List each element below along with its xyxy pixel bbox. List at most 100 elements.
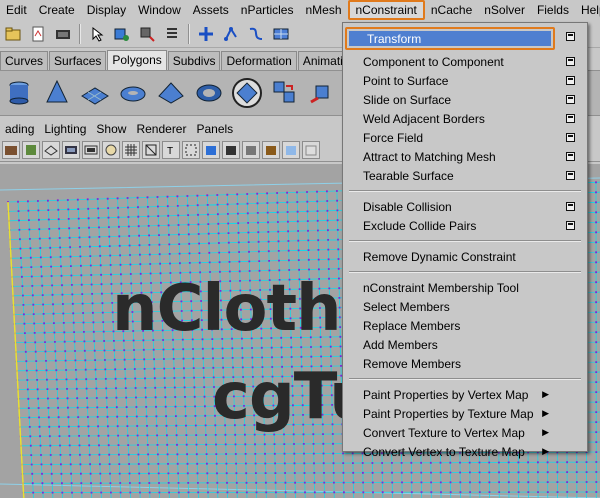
menu-fields[interactable]: Fields <box>531 0 575 20</box>
menu-edit[interactable]: Edit <box>0 0 33 20</box>
tab-surfaces[interactable]: Surfaces <box>49 51 107 70</box>
menu-item-select-members[interactable]: Select Members <box>343 297 587 316</box>
camera-icon[interactable] <box>2 140 20 159</box>
menu-item-nconstraint-membership-tool[interactable]: nConstraint Membership Tool <box>343 278 587 297</box>
menu-item-point-to-surface[interactable]: Point to Surface <box>343 71 587 90</box>
submenu-arrow-icon: ▶ <box>542 389 549 399</box>
shadows-icon[interactable] <box>262 140 280 159</box>
folder-icon[interactable] <box>2 23 24 45</box>
menu-nparticles[interactable]: nParticles <box>235 0 300 20</box>
panel-menu-shading[interactable]: ading <box>0 122 39 136</box>
menu-item-transform[interactable]: Transform <box>345 27 555 50</box>
menu-window[interactable]: Window <box>132 0 187 20</box>
panel-menu-show[interactable]: Show <box>91 122 131 136</box>
grid-icon[interactable] <box>122 140 140 159</box>
open-file-icon[interactable] <box>27 23 49 45</box>
poly-helix-icon[interactable] <box>230 76 264 110</box>
menu-display[interactable]: Display <box>81 0 132 20</box>
menu-nsolver[interactable]: nSolver <box>478 0 531 20</box>
curve-icon[interactable] <box>245 23 267 45</box>
menu-item-remove-dynamic-constraint[interactable]: Remove Dynamic Constraint <box>343 247 587 266</box>
menu-nconstraint[interactable]: nConstraint <box>347 0 425 20</box>
menu-item-component-to-component[interactable]: Component to Component <box>343 52 587 71</box>
vertex-icon[interactable] <box>220 23 242 45</box>
flat-shade-icon[interactable] <box>222 140 240 159</box>
wireframe-icon[interactable] <box>142 140 160 159</box>
menu-nmesh[interactable]: nMesh <box>299 0 347 20</box>
menu-item-remove-members[interactable]: Remove Members <box>343 354 587 373</box>
menu-item-weld-adjacent-borders[interactable]: Weld Adjacent Borders <box>343 109 587 128</box>
tab-subdivs[interactable]: Subdivs <box>167 51 221 70</box>
menu-item-paint-properties-by-texture-map[interactable]: Paint Properties by Texture Map <box>343 404 587 423</box>
option-box-icon[interactable] <box>566 221 575 230</box>
menu-item-label: Disable Collision <box>363 199 452 214</box>
submenu-arrow-icon: ▶ <box>542 446 549 456</box>
menu-item-disable-collision[interactable]: Disable Collision <box>343 197 587 216</box>
lights-icon[interactable] <box>242 140 260 159</box>
image-plane-icon[interactable] <box>42 140 60 159</box>
option-box-icon[interactable] <box>566 32 575 41</box>
poly-cone-icon[interactable] <box>40 76 74 110</box>
menu-assets[interactable]: Assets <box>187 0 235 20</box>
combine-icon[interactable] <box>268 76 302 110</box>
nconstraint-dropdown-menu: Transform Component to Component Point to … <box>342 22 588 459</box>
option-box-icon[interactable] <box>566 114 575 123</box>
script-icon[interactable] <box>52 23 74 45</box>
menu-item-label: Remove Members <box>363 356 462 371</box>
option-box-icon[interactable] <box>566 133 575 142</box>
poly-plane-icon[interactable] <box>78 76 112 110</box>
menu-create[interactable]: Create <box>33 0 81 20</box>
menu-item-label: Slide on Surface <box>363 92 452 107</box>
panel-menu-lighting[interactable]: Lighting <box>39 122 91 136</box>
option-box-icon[interactable] <box>566 95 575 104</box>
select-icon[interactable] <box>111 23 133 45</box>
lasso-icon[interactable] <box>136 23 158 45</box>
separate-icon[interactable] <box>306 76 340 110</box>
resolution-gate-icon[interactable] <box>82 140 100 159</box>
menu-item-label: Convert Texture to Vertex Map <box>363 425 525 440</box>
panel-menu-renderer[interactable]: Renderer <box>131 122 191 136</box>
main-menu-bar: Edit Create Display Window Assets nParti… <box>0 0 600 20</box>
film-gate-icon[interactable] <box>62 140 80 159</box>
menu-ncache[interactable]: nCache <box>425 0 478 20</box>
menu-help[interactable]: Help <box>575 0 600 20</box>
bookmark-icon[interactable] <box>22 140 40 159</box>
tab-polygons[interactable]: Polygons <box>107 50 167 70</box>
menu-item-force-field[interactable]: Force Field <box>343 128 587 147</box>
menu-separator <box>349 378 581 380</box>
menu-item-label: Convert Vertex to Texture Map <box>363 444 525 459</box>
paint-icon[interactable] <box>161 23 183 45</box>
option-box-icon[interactable] <box>566 57 575 66</box>
grid-icon[interactable] <box>270 23 292 45</box>
safe-action-icon[interactable] <box>102 140 120 159</box>
smooth-shade-icon[interactable] <box>202 140 220 159</box>
poly-cylinder-icon[interactable] <box>2 76 36 110</box>
panel-menu-panels[interactable]: Panels <box>191 122 238 136</box>
submenu-arrow-icon: ▶ <box>542 427 549 437</box>
option-box-icon[interactable] <box>566 76 575 85</box>
poly-pyramid-icon[interactable] <box>154 76 188 110</box>
texture-icon[interactable]: T <box>162 140 180 159</box>
cursor-icon[interactable] <box>86 23 108 45</box>
snap-icon[interactable] <box>195 23 217 45</box>
menu-item-replace-members[interactable]: Replace Members <box>343 316 587 335</box>
menu-item-tearable-surface[interactable]: Tearable Surface <box>343 166 587 185</box>
tab-curves[interactable]: Curves <box>0 51 49 70</box>
poly-pipe-icon[interactable] <box>192 76 226 110</box>
bounding-box-icon[interactable] <box>302 140 320 159</box>
option-box-icon[interactable] <box>566 152 575 161</box>
poly-torus-icon[interactable] <box>116 76 150 110</box>
menu-item-add-members[interactable]: Add Members <box>343 335 587 354</box>
isolate-icon[interactable] <box>182 140 200 159</box>
menu-item-slide-on-surface[interactable]: Slide on Surface <box>343 90 587 109</box>
menu-item-convert-vertex-to-texture-map[interactable]: Convert Vertex to Texture Map <box>343 442 587 461</box>
option-box-icon[interactable] <box>566 171 575 180</box>
menu-item-label: Paint Properties by Vertex Map <box>363 387 529 402</box>
xray-icon[interactable] <box>282 140 300 159</box>
menu-item-exclude-collide-pairs[interactable]: Exclude Collide Pairs <box>343 216 587 235</box>
tab-deformation[interactable]: Deformation <box>221 51 297 70</box>
option-box-icon[interactable] <box>566 202 575 211</box>
menu-item-convert-texture-to-vertex-map[interactable]: Convert Texture to Vertex Map <box>343 423 587 442</box>
menu-item-paint-properties-by-vertex-map[interactable]: Paint Properties by Vertex Map <box>343 385 587 404</box>
menu-item-attract-to-matching-mesh[interactable]: Attract to Matching Mesh <box>343 147 587 166</box>
